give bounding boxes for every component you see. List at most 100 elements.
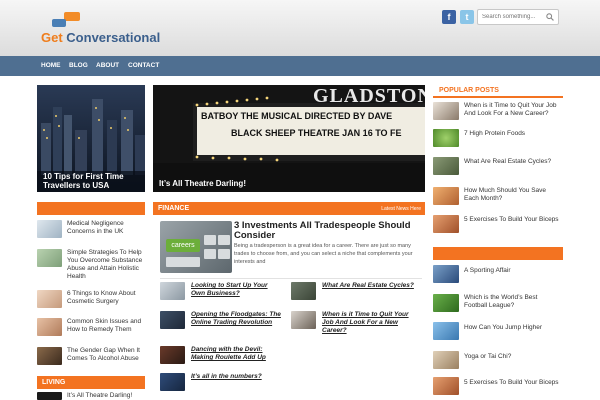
thumbnail-image: [160, 311, 185, 329]
divider: [160, 278, 422, 279]
popular-posts-header: POPULAR POSTS: [433, 85, 563, 98]
speech-bubble-icon: [52, 19, 66, 27]
list-item[interactable]: 7 High Protein Foods: [433, 129, 563, 149]
list-item[interactable]: 6 Things to Know About Cosmetic Surgery: [37, 290, 145, 314]
thumbnail-image: [37, 290, 62, 308]
list-item[interactable]: How Much Should You Save Each Month?: [433, 187, 563, 209]
thumbnail-image: [433, 265, 459, 283]
list-item-title[interactable]: How Can You Jump Higher: [464, 324, 562, 332]
list-item-title[interactable]: A Sporting Affair: [464, 267, 562, 275]
list-item[interactable]: What Are Real Estate Cycles?: [291, 282, 423, 304]
keyboard-key: [204, 249, 216, 259]
list-item-title[interactable]: Yoga or Tai Chi?: [464, 353, 562, 361]
hero-city-image[interactable]: 10 Tips for First Time Travellers to USA: [37, 85, 145, 192]
list-item[interactable]: It’s All Theatre Darling!: [37, 392, 145, 400]
twitter-icon[interactable]: t: [460, 10, 474, 24]
keyboard-key: [204, 235, 216, 245]
nav-item-home[interactable]: HOME: [41, 62, 61, 69]
thumbnail-image: [37, 392, 62, 400]
list-item[interactable]: Common Skin Issues and How to Remedy The…: [37, 318, 145, 342]
search-box: [477, 9, 559, 25]
list-item-title[interactable]: The Gender Gap When It Comes To Alcohol …: [67, 347, 145, 363]
hero-theatre-image[interactable]: GLADSTONE BATBOY THE MUSICAL DIRECTED BY…: [153, 85, 425, 192]
list-item-title[interactable]: How Much Should You Save Each Month?: [464, 187, 562, 203]
list-item-title[interactable]: Dancing with the Devil: Making Roulette …: [191, 346, 283, 362]
featured-title[interactable]: 3 Investments All Tradespeople Should Co…: [234, 221, 424, 241]
nav-item-blog[interactable]: BLOG: [69, 62, 88, 69]
list-item-title[interactable]: 6 Things to Know About Cosmetic Surgery: [67, 290, 145, 306]
speech-bubble-icon: [64, 12, 80, 21]
marquee-line-2: BLACK SHEEP THEATRE JAN 16 TO FE: [231, 128, 402, 138]
thumbnail-image: [37, 318, 62, 336]
thumbnail-image: [160, 373, 185, 391]
nav-item-contact[interactable]: CONTACT: [128, 62, 159, 69]
list-item-title[interactable]: Which is the World’s Best Football Leagu…: [464, 294, 562, 310]
list-item[interactable]: When is it Time to Quit Your Job And Loo…: [291, 311, 423, 339]
keyboard-key: [218, 249, 230, 259]
list-item[interactable]: Simple Strategies To Help You Overcome S…: [37, 249, 145, 285]
living-section-header[interactable]: LIVING: [37, 376, 145, 389]
list-item-title[interactable]: Looking to Start Up Your Own Business?: [191, 282, 283, 298]
list-item-title[interactable]: Opening the Floodgates: The Online Tradi…: [191, 311, 283, 327]
list-item-title[interactable]: When is it Time to Quit Your Job And Loo…: [322, 311, 420, 335]
site-logo[interactable]: Get Conversational: [40, 10, 160, 50]
marquee-line-1: BATBOY THE MUSICAL DIRECTED BY DAVE: [201, 111, 393, 121]
left-section-header: [37, 202, 145, 215]
finance-section-header: FINANCE Latest News Here: [153, 202, 425, 215]
search-icon[interactable]: [546, 13, 554, 21]
thumbnail-image: [291, 282, 316, 300]
finance-header-label[interactable]: FINANCE: [158, 205, 189, 212]
list-item[interactable]: 5 Exercises To Build Your Biceps: [433, 215, 563, 235]
list-item-title[interactable]: Simple Strategies To Help You Overcome S…: [67, 249, 145, 281]
sidebar-section-header: [433, 247, 563, 260]
list-item-title[interactable]: What Are Real Estate Cycles?: [464, 158, 562, 166]
thumbnail-image: [433, 157, 459, 175]
thumbnail-image: [433, 187, 459, 205]
list-item[interactable]: The Gender Gap When It Comes To Alcohol …: [37, 347, 145, 369]
latest-news-link[interactable]: Latest News Here: [381, 206, 421, 212]
facebook-icon[interactable]: f: [442, 10, 456, 24]
careers-key: careers: [166, 239, 200, 252]
list-item[interactable]: When is it Time to Quit Your Job And Loo…: [433, 102, 563, 124]
list-item[interactable]: How Can You Jump Higher: [433, 322, 563, 342]
list-item[interactable]: 5 Exercises To Build Your Biceps: [433, 377, 563, 397]
featured-image[interactable]: careers: [160, 221, 232, 273]
thumbnail-image: [433, 129, 459, 147]
list-item-title[interactable]: When is it Time to Quit Your Job And Loo…: [464, 102, 562, 118]
list-item[interactable]: Dancing with the Devil: Making Roulette …: [160, 346, 285, 368]
list-item[interactable]: Looking to Start Up Your Own Business?: [160, 282, 285, 304]
list-item[interactable]: What Are Real Estate Cycles?: [433, 157, 563, 177]
logo-text-conversational: Conversational: [66, 30, 161, 45]
nav-item-about[interactable]: ABOUT: [96, 62, 119, 69]
list-item-title[interactable]: Common Skin Issues and How to Remedy The…: [67, 318, 145, 334]
list-item-title[interactable]: 7 High Protein Foods: [464, 130, 562, 138]
list-item-title[interactable]: 5 Exercises To Build Your Biceps: [464, 379, 562, 387]
hero-left-caption[interactable]: 10 Tips for First Time Travellers to USA: [43, 172, 143, 190]
list-item[interactable]: Medical Negligence Concerns in the UK: [37, 220, 145, 244]
list-item-title[interactable]: 5 Exercises To Build Your Biceps: [464, 216, 562, 224]
list-item-title[interactable]: What Are Real Estate Cycles?: [322, 282, 420, 290]
thumbnail-image: [433, 322, 459, 340]
logo-text-get: Get: [41, 30, 63, 45]
list-item-title[interactable]: Medical Negligence Concerns in the UK: [67, 220, 145, 236]
list-item[interactable]: Which is the World’s Best Football Leagu…: [433, 294, 563, 316]
main-nav: HOME BLOG ABOUT CONTACT: [0, 56, 600, 76]
thumbnail-image: [160, 282, 185, 300]
list-item[interactable]: Opening the Floodgates: The Online Tradi…: [160, 311, 285, 339]
list-item[interactable]: Yoga or Tai Chi?: [433, 351, 563, 371]
list-item[interactable]: A Sporting Affair: [433, 265, 563, 285]
thumbnail-image: [291, 311, 316, 329]
list-item-title[interactable]: It’s All Theatre Darling!: [67, 392, 145, 400]
hero-right-caption[interactable]: It’s All Theatre Darling!: [159, 179, 246, 188]
thumbnail-image: [433, 215, 459, 233]
marquee-sign-text: GLADSTONE: [313, 85, 425, 107]
keyboard-key: [218, 235, 230, 245]
search-input[interactable]: [478, 10, 542, 24]
list-item-title[interactable]: It’s all in the numbers?: [191, 373, 283, 381]
thumbnail-image: [433, 377, 459, 395]
thumbnail-image: [433, 102, 459, 120]
thumbnail-image: [37, 220, 62, 238]
site-header: Get Conversational f t: [0, 0, 600, 56]
thumbnail-image: [433, 351, 459, 369]
list-item[interactable]: It’s all in the numbers?: [160, 373, 285, 393]
